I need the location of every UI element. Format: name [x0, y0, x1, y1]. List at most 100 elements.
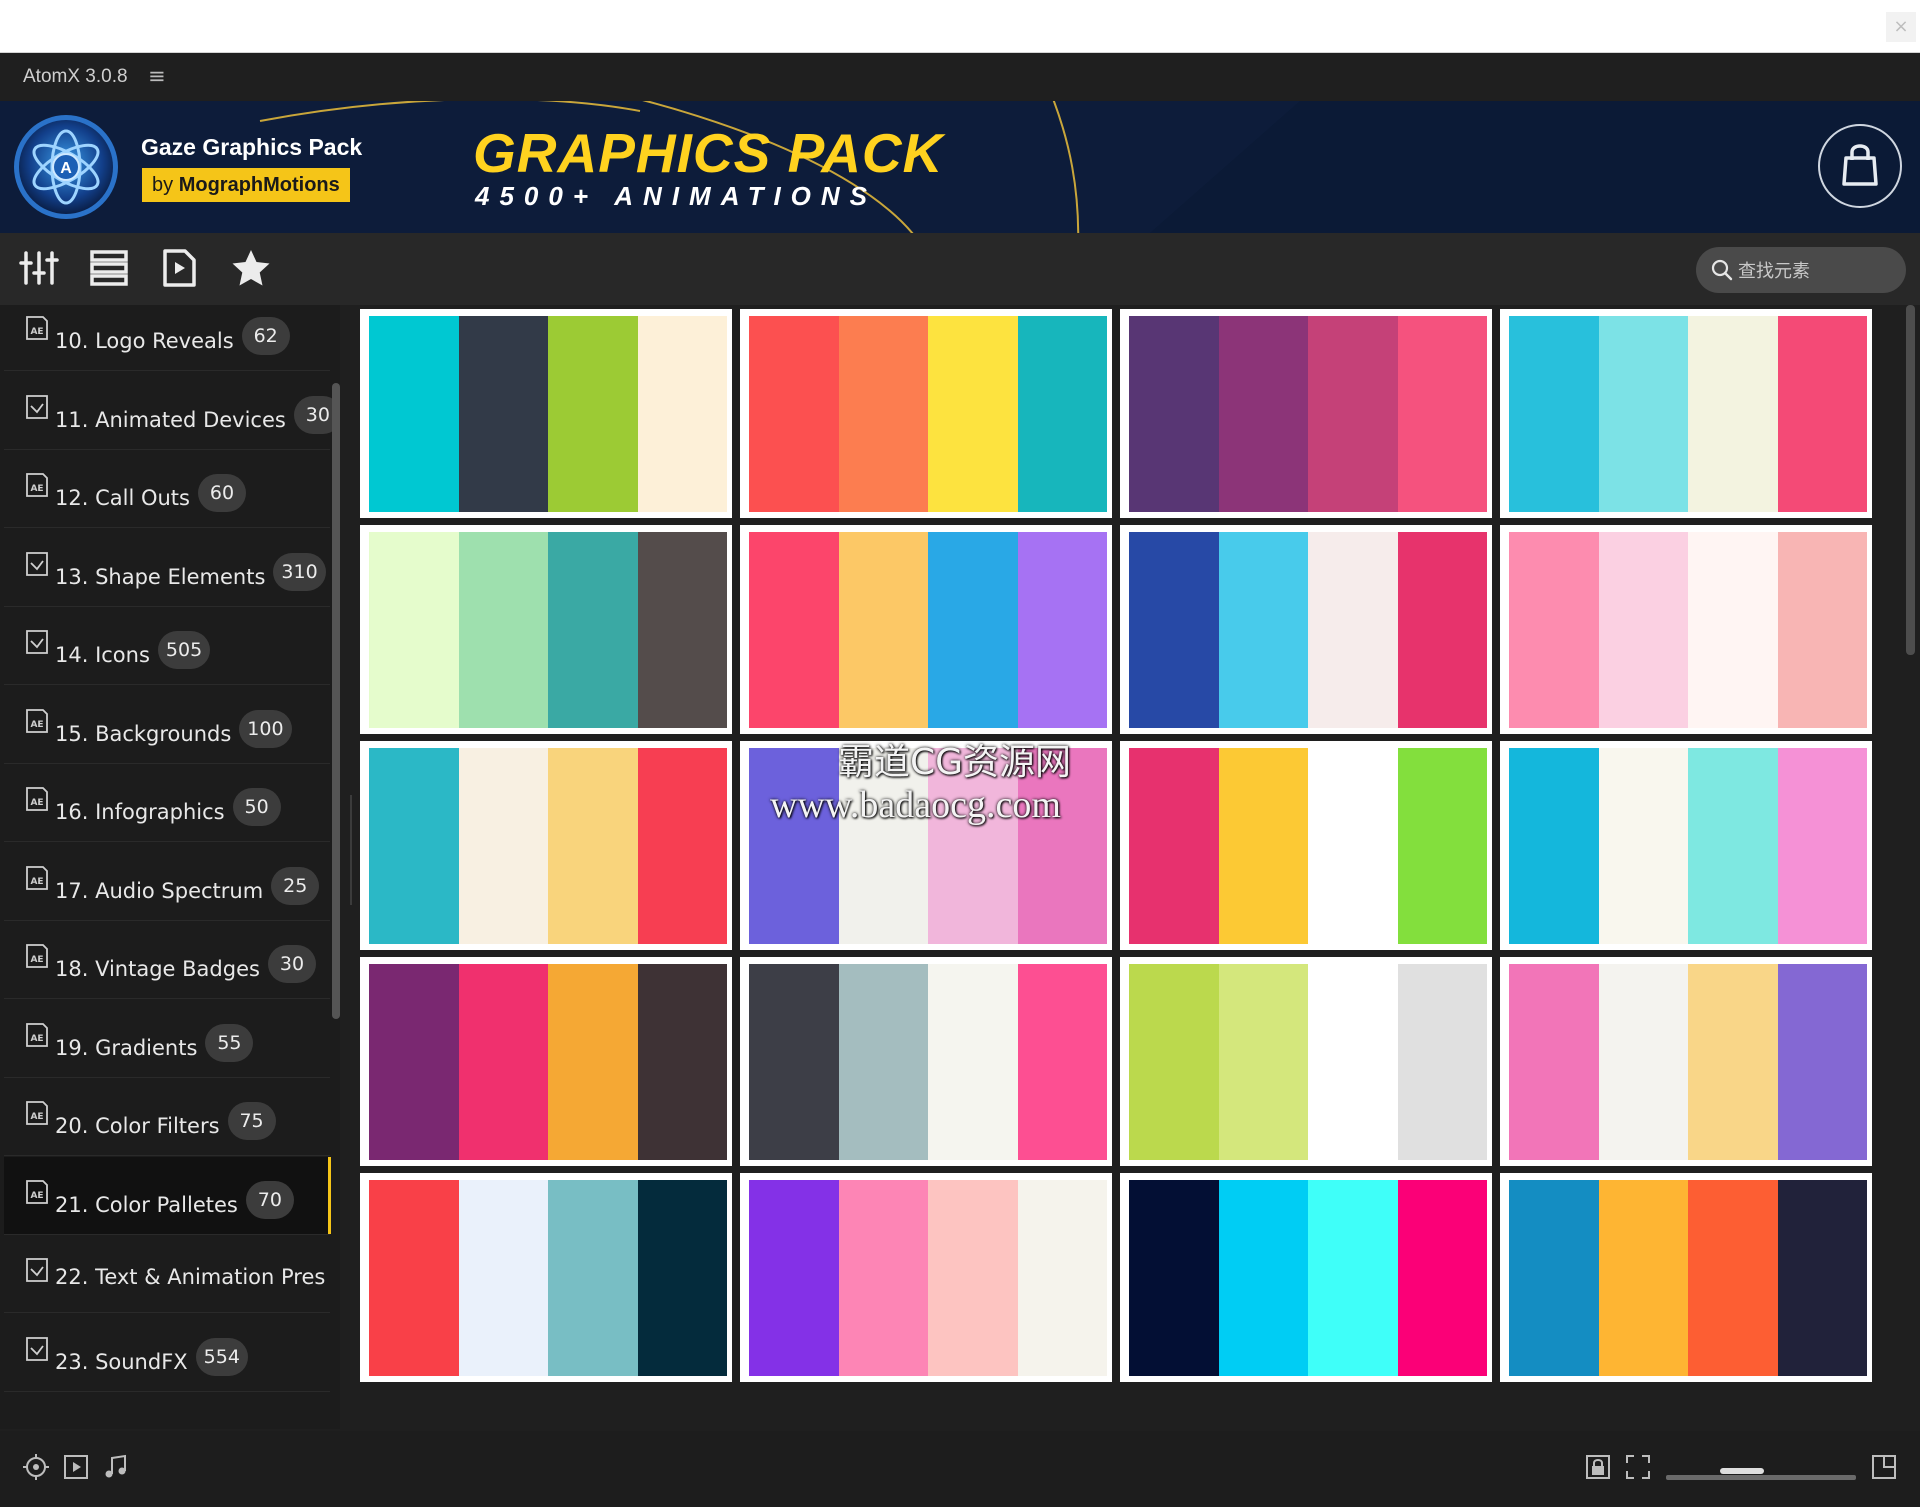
fit-frame-icon[interactable]	[1624, 1453, 1652, 1481]
sidebar-item[interactable]: AE 16. Infographics 50	[4, 764, 330, 842]
color-swatch	[1777, 316, 1867, 512]
palette-card[interactable]	[360, 741, 732, 950]
svg-text:AE: AE	[30, 327, 43, 337]
status-bar	[0, 1431, 1920, 1507]
zoom-slider-track[interactable]	[1666, 1475, 1856, 1480]
palette-swatches	[369, 1180, 727, 1376]
favorites-star-icon[interactable]	[230, 247, 272, 289]
palette-card[interactable]	[1120, 309, 1492, 518]
video-play-icon[interactable]	[62, 1453, 90, 1481]
palette-card[interactable]	[740, 309, 1112, 518]
sidebar-item-label: 13. Shape Elements 310	[55, 552, 326, 597]
palette-card[interactable]	[1120, 957, 1492, 1166]
color-swatch	[1509, 532, 1599, 728]
category-name: 13. Shape Elements	[55, 564, 266, 589]
color-swatch	[458, 532, 548, 728]
window-close-button[interactable]: ×	[1886, 12, 1916, 42]
lock-icon[interactable]	[1584, 1453, 1612, 1481]
sidebar-item[interactable]: 11. Animated Devices 30	[4, 372, 340, 450]
sidebar-scrollbar[interactable]	[332, 383, 340, 1019]
color-swatch	[1777, 964, 1867, 1160]
category-count-badge: 55	[205, 1023, 254, 1062]
search-box[interactable]	[1696, 247, 1906, 293]
color-swatch	[1017, 964, 1107, 1160]
hamburger-icon[interactable]: ≡	[148, 64, 166, 88]
palette-swatches	[1129, 316, 1487, 512]
palette-swatches	[749, 964, 1107, 1160]
panel-splitter[interactable]	[350, 795, 352, 905]
sidebar-item[interactable]: AE 12. Call Outs 60	[4, 450, 330, 528]
zoom-slider-thumb[interactable]	[1720, 1468, 1764, 1474]
palette-card[interactable]	[1500, 957, 1872, 1166]
search-input[interactable]	[1736, 254, 1900, 288]
sidebar-item[interactable]: AE 18. Vintage Badges 30	[4, 921, 330, 999]
color-swatch	[637, 748, 727, 944]
sidebar-item[interactable]: 22. Text & Animation Pres	[4, 1235, 330, 1313]
palette-card[interactable]	[360, 525, 732, 734]
sidebar-item[interactable]: 23. SoundFX 554	[4, 1314, 330, 1392]
color-swatch	[1308, 316, 1398, 512]
grid-scrollbar[interactable]	[1906, 305, 1915, 655]
ae-file-icon: AE	[26, 787, 48, 811]
atomx-logo-icon: A	[14, 115, 118, 219]
pack-banner[interactable]: A Gaze Graphics Pack by MographMotions G…	[0, 101, 1920, 233]
sidebar-item[interactable]: AE 20. Color Filters 75	[4, 1078, 330, 1156]
sidebar-item-label: 21. Color Palletes 70	[55, 1180, 294, 1225]
color-swatch	[1129, 1180, 1219, 1376]
store-button[interactable]	[1818, 124, 1902, 208]
sidebar-item[interactable]: AE 19. Gradients 55	[4, 1000, 330, 1078]
sidebar-item[interactable]: AE 21. Color Palletes 70	[4, 1156, 331, 1235]
expand-icon[interactable]	[1870, 1453, 1898, 1481]
color-swatch	[1598, 964, 1688, 1160]
media-file-icon[interactable]	[158, 247, 200, 289]
color-swatch	[548, 748, 638, 944]
color-swatch	[1308, 748, 1398, 944]
category-name: 16. Infographics	[55, 800, 225, 824]
palette-card[interactable]	[740, 957, 1112, 1166]
sidebar-item-label: 10. Logo Reveals 62	[55, 317, 290, 361]
sidebar-item-label: 20. Color Filters 75	[55, 1102, 276, 1146]
sidebar-item-label: 12. Call Outs 60	[55, 474, 246, 518]
palette-card[interactable]	[1500, 741, 1872, 950]
palette-card[interactable]	[1120, 741, 1492, 950]
palette-swatches	[1129, 532, 1487, 728]
palette-card[interactable]	[1500, 525, 1872, 734]
svg-text:AE: AE	[30, 955, 43, 965]
palette-card[interactable]	[1500, 1173, 1872, 1382]
category-name: 12. Call Outs	[55, 486, 190, 510]
color-swatch	[1308, 1180, 1398, 1376]
color-swatch	[1777, 1180, 1867, 1376]
watermark-url: www.badaocg.com	[770, 784, 1061, 826]
svg-text:A: A	[60, 160, 72, 177]
list-view-icon[interactable]	[88, 247, 130, 289]
color-swatch	[637, 1180, 727, 1376]
sidebar-item[interactable]: AE 10. Logo Reveals 62	[4, 305, 330, 371]
color-swatch	[749, 1180, 839, 1376]
target-icon[interactable]	[22, 1453, 50, 1481]
palette-card[interactable]	[360, 957, 732, 1166]
sliders-icon[interactable]	[18, 247, 60, 289]
color-swatch	[1308, 532, 1398, 728]
palette-card[interactable]	[360, 309, 732, 518]
window-frame: ×	[0, 0, 1920, 53]
sidebar-item[interactable]: AE 17. Audio Spectrum 25	[4, 843, 330, 921]
palette-card[interactable]	[740, 1173, 1112, 1382]
color-swatch	[1509, 748, 1599, 944]
sidebar-item-label: 17. Audio Spectrum 25	[55, 866, 320, 911]
category-name: 21. Color Palletes	[55, 1192, 238, 1217]
palette-card[interactable]	[1120, 1173, 1492, 1382]
color-swatch	[1509, 316, 1599, 512]
palette-card[interactable]	[360, 1173, 732, 1382]
sidebar-item[interactable]: 14. Icons 505	[4, 607, 330, 685]
sidebar-item[interactable]: AE 15. Backgrounds 100	[4, 686, 330, 764]
palette-card[interactable]	[1120, 525, 1492, 734]
palette-card[interactable]	[740, 525, 1112, 734]
sidebar-item[interactable]: 13. Shape Elements 310	[4, 529, 330, 607]
color-swatch	[1777, 532, 1867, 728]
svg-text:AE: AE	[30, 1112, 43, 1122]
music-note-icon[interactable]	[102, 1453, 130, 1481]
palette-swatches	[369, 316, 727, 512]
color-swatch	[838, 964, 928, 1160]
palette-swatches	[369, 532, 727, 728]
palette-card[interactable]	[1500, 309, 1872, 518]
